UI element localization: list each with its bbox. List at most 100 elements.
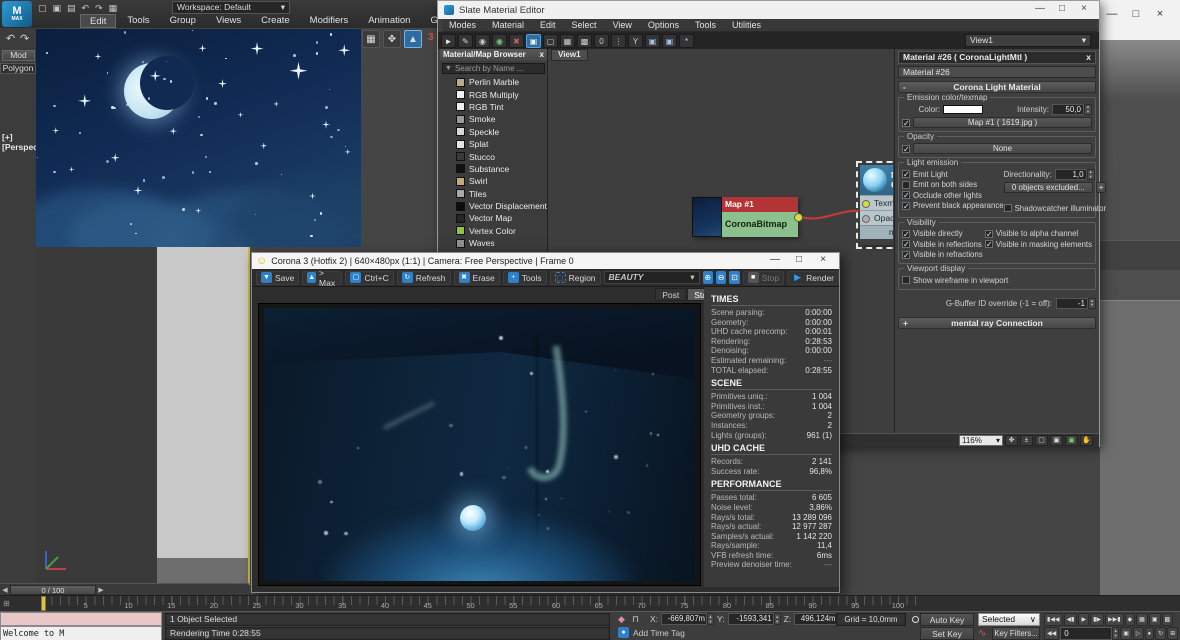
- go-to-start-icon[interactable]: ▮◀◀: [1044, 613, 1063, 626]
- slot-opacity[interactable]: Opacity: [860, 210, 893, 225]
- selection-filter-dropdown[interactable]: Selected∨: [978, 613, 1040, 626]
- select-move-icon[interactable]: ✥: [383, 30, 401, 48]
- zoom-extents-icon[interactable]: ▣: [1050, 435, 1063, 446]
- slate-menu-utilities[interactable]: Utilities: [725, 19, 768, 31]
- current-frame-field[interactable]: 0▲▼: [1060, 627, 1119, 640]
- zoom-selected-icon[interactable]: ▣: [1065, 435, 1078, 446]
- connect-icon[interactable]: ◉: [475, 34, 490, 48]
- prev-frame-icon[interactable]: ◀: [0, 586, 10, 594]
- selection-lock-icon[interactable]: ⊓: [632, 614, 639, 625]
- track-bar[interactable]: ⊞ 51015202530354045505560657075808590951…: [0, 595, 1180, 611]
- check-occlude-other-lights-checkbox[interactable]: [902, 191, 910, 199]
- browser-item-vertex-color[interactable]: Vertex Color: [440, 225, 547, 237]
- browser-item-swirl[interactable]: Swirl: [440, 175, 547, 187]
- input-socket[interactable]: [862, 200, 870, 208]
- stop-button[interactable]: ■Stop: [743, 271, 785, 285]
- directionality-spinner[interactable]: 1,0▲▼: [1055, 169, 1095, 180]
- new-file-icon[interactable]: ▢: [38, 2, 47, 14]
- slot-texmap[interactable]: Texmap: [860, 195, 893, 210]
- key-filters-button[interactable]: Key Filters...: [992, 627, 1040, 640]
- prev-key-icon[interactable]: ◀▮: [1064, 613, 1078, 626]
- select-arrow-icon[interactable]: ►: [441, 34, 456, 48]
- corona-ctrl-c-button[interactable]: ▢Ctrl+C: [345, 271, 393, 285]
- search-input[interactable]: ▼Search by Name ...: [442, 63, 545, 74]
- opacity-checkbox[interactable]: [902, 145, 910, 153]
- intensity-spinner[interactable]: 50,0▲▼: [1052, 104, 1092, 115]
- preview-nav-icon[interactable]: *: [679, 34, 694, 48]
- close-button[interactable]: ×: [811, 254, 835, 265]
- maximize-button[interactable]: □: [787, 254, 811, 265]
- orbit-icon[interactable]: ↻: [1155, 627, 1166, 640]
- slate-menu-edit[interactable]: Edit: [533, 19, 563, 31]
- expand-icon[interactable]: +: [903, 318, 908, 328]
- output-socket[interactable]: [794, 213, 803, 222]
- browser-item-substance[interactable]: Substance: [440, 163, 547, 175]
- slate-menu-view[interactable]: View: [606, 19, 639, 31]
- input-socket[interactable]: [862, 215, 870, 223]
- maximize-button[interactable]: □: [1124, 8, 1148, 20]
- menu-create[interactable]: Create: [252, 14, 299, 28]
- workspace-dropdown[interactable]: Workspace: Default▾: [172, 1, 290, 14]
- ribbon-tab-modeling[interactable]: Mod: [2, 50, 35, 61]
- slate-menu-material[interactable]: Material: [485, 19, 531, 31]
- browser-item-perlin-marble[interactable]: Perlin Marble: [440, 76, 547, 88]
- filter-icon[interactable]: ▼: [445, 65, 452, 72]
- wireframe-checkbox[interactable]: [902, 276, 910, 284]
- save-file-icon[interactable]: ▤: [67, 2, 76, 14]
- next-key-icon[interactable]: ▮▶: [1090, 613, 1104, 626]
- minimize-button[interactable]: —: [1029, 3, 1051, 14]
- pan-icon[interactable]: ✥: [1005, 435, 1018, 446]
- browser-item-stucco[interactable]: Stucco: [440, 150, 547, 162]
- close-button[interactable]: ×: [1148, 8, 1172, 20]
- slate-menu-options[interactable]: Options: [641, 19, 686, 31]
- maxscript-macro-recorder[interactable]: [0, 612, 162, 626]
- open-mini-curve-editor-icon[interactable]: ⊞: [3, 599, 10, 608]
- map-button[interactable]: Map #1 ( 1619.jpg ): [913, 117, 1092, 128]
- new-key-curve-icon[interactable]: ∿: [978, 628, 986, 639]
- close-icon[interactable]: x: [540, 49, 544, 61]
- check-visible-in-reflections-checkbox[interactable]: [902, 240, 910, 248]
- view-selector-dropdown[interactable]: View1▾: [965, 34, 1091, 47]
- browser-item-tiles[interactable]: Tiles: [440, 188, 547, 200]
- layout-vertical-icon[interactable]: ⋮: [611, 34, 626, 48]
- current-frame-marker[interactable]: [41, 596, 46, 611]
- coord-field-x[interactable]: -669,807m▲▼: [661, 613, 714, 625]
- max-logo-icon[interactable]: MMAX: [2, 1, 32, 27]
- spinner-arrows-icon[interactable]: ▲▼: [1084, 104, 1092, 115]
- exclude-add-button[interactable]: +: [1096, 182, 1106, 193]
- pin-icon[interactable]: ◆: [618, 614, 625, 625]
- menu-group[interactable]: Group: [161, 14, 205, 28]
- motion-panel-icon[interactable]: ▦: [1136, 613, 1148, 626]
- minimize-button[interactable]: —: [763, 254, 787, 265]
- browser-item-waves[interactable]: Waves: [440, 237, 547, 249]
- corona-region-button[interactable]: ▢Region: [550, 271, 601, 285]
- check-emit-light-checkbox[interactable]: [902, 170, 910, 178]
- node-corona-light-material[interactable]: Material #26CoronaLi... — TexmapOpacity …: [860, 165, 893, 245]
- close-icon[interactable]: x: [1086, 52, 1091, 63]
- browser-item-splat[interactable]: Splat: [440, 138, 547, 150]
- slate-titlebar[interactable]: Slate Material Editor —□×: [438, 1, 1099, 19]
- corona-titlebar[interactable]: ☺ Corona 3 (Hotfix 2) | 640×480px (1:1) …: [252, 253, 839, 269]
- show-maps-icon[interactable]: ▦: [560, 34, 575, 48]
- browser-header[interactable]: Material/Map Browserx: [440, 49, 547, 61]
- check-visible-directly-checkbox[interactable]: [902, 230, 910, 238]
- channel-dropdown[interactable]: BEAUTY▾: [604, 271, 700, 284]
- play-selected-icon[interactable]: ▷: [1133, 627, 1144, 640]
- zoom-region-icon[interactable]: ▢: [1035, 435, 1048, 446]
- link-icon[interactable]: ▦: [109, 2, 118, 14]
- show-controllers-icon[interactable]: 0: [594, 34, 609, 48]
- rollout-corona-light-material[interactable]: -Corona Light Material: [898, 81, 1096, 93]
- spinner-arrows-icon[interactable]: ▲▼: [707, 613, 714, 625]
- snap-toggle-icon[interactable]: ▦: [362, 30, 380, 48]
- check-visible-in-masking-elements-checkbox[interactable]: [985, 240, 993, 248]
- slate-menu-tools[interactable]: Tools: [688, 19, 723, 31]
- browser-item-speckle[interactable]: Speckle: [440, 126, 547, 138]
- menu-modifiers[interactable]: Modifiers: [301, 14, 358, 28]
- node-corona-bitmap[interactable]: Map #1 CoronaBitmap: [692, 197, 798, 237]
- corona-erase-button[interactable]: ✖Erase: [454, 271, 500, 285]
- play-icon[interactable]: ▶: [1078, 613, 1089, 626]
- close-button[interactable]: ×: [1073, 3, 1095, 14]
- hide-unused-slots-icon[interactable]: ▢: [543, 34, 558, 48]
- material-name-field[interactable]: Material #26: [898, 66, 1096, 78]
- undo-icon[interactable]: ↶: [6, 32, 15, 45]
